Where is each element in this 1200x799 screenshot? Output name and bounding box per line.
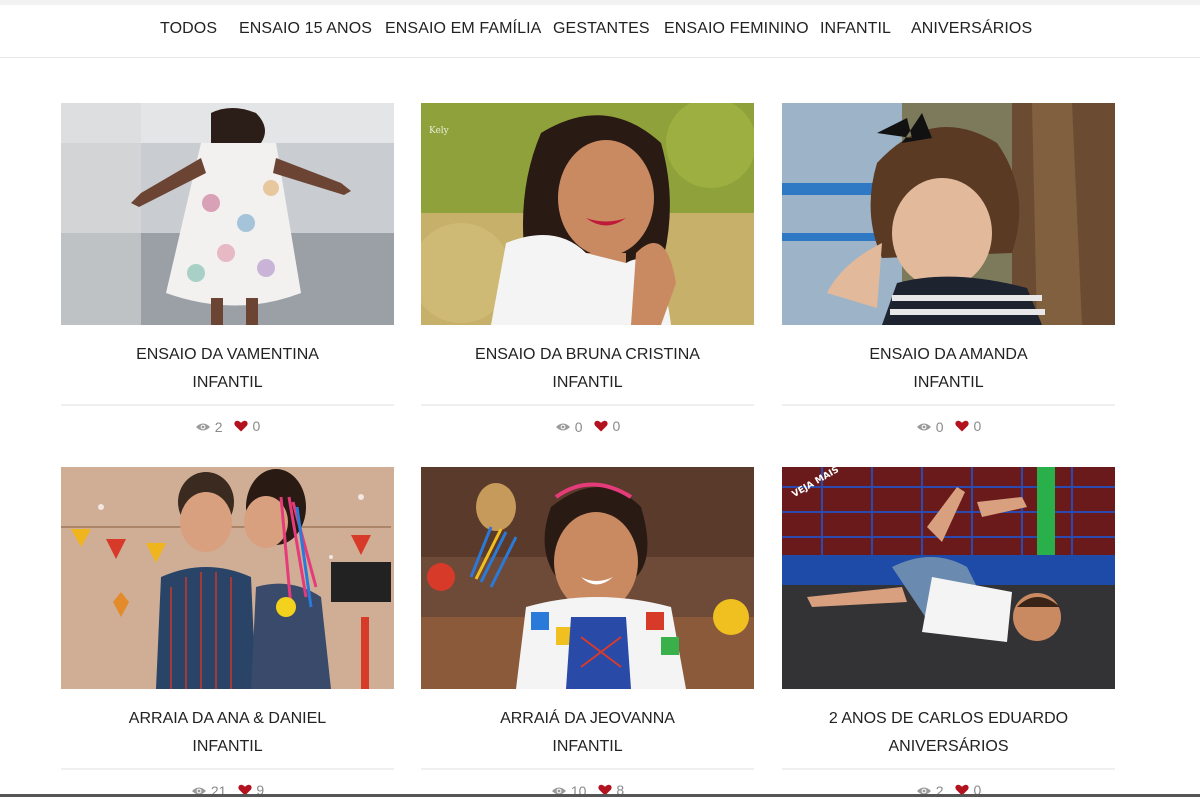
eye-icon	[555, 423, 570, 431]
card-category[interactable]: INFANTIL	[421, 738, 754, 756]
card-divider	[782, 768, 1115, 770]
portfolio-card[interactable]: ENSAIO DA VAMENTINA INFANTIL 2 0	[61, 103, 394, 435]
view-count-value: 0	[574, 419, 583, 435]
card-stats: 2 0	[61, 418, 394, 435]
like-count-value: 0	[612, 418, 621, 434]
card-category[interactable]: INFANTIL	[421, 374, 754, 392]
filter-infantil[interactable]: INFANTIL	[820, 20, 891, 38]
card-photo[interactable]	[782, 103, 1115, 325]
card-photo[interactable]	[421, 467, 754, 689]
portfolio-card[interactable]: ARRAIÁ DA JEOVANNA INFANTIL 10 8	[421, 467, 754, 799]
view-count: 0	[555, 419, 583, 435]
card-category[interactable]: ANIVERSÁRIOS	[782, 738, 1115, 756]
card-divider	[61, 768, 394, 770]
card-category[interactable]: INFANTIL	[782, 374, 1115, 392]
card-divider	[421, 768, 754, 770]
card-photo[interactable]: VEJA MAIS	[782, 467, 1115, 689]
card-title[interactable]: ENSAIO DA VAMENTINA	[61, 346, 394, 364]
filter-aniversarios[interactable]: ANIVERSÁRIOS	[911, 20, 1032, 38]
like-count[interactable]: 0	[594, 418, 620, 434]
category-filter-nav: TODOS ENSAIO 15 ANOS ENSAIO EM FAMÍLIA G…	[0, 5, 1200, 58]
filter-gestantes[interactable]: GESTANTES	[553, 20, 650, 38]
card-title[interactable]: ARRAIA DA ANA & DANIEL	[61, 710, 394, 728]
svg-text:Kely: Kely	[429, 126, 450, 136]
view-count-value: 0	[935, 419, 944, 435]
card-photo[interactable]: Kely	[421, 103, 754, 325]
heart-icon[interactable]	[594, 420, 609, 432]
like-count-value: 0	[973, 418, 982, 434]
portfolio-card[interactable]: Kely ENSAIO DA BRUNA CRISTINA INFANTIL 0…	[421, 103, 754, 435]
card-divider	[421, 404, 754, 406]
heart-icon[interactable]	[955, 420, 970, 432]
card-photo[interactable]	[61, 467, 394, 689]
like-count[interactable]: 0	[234, 418, 260, 434]
card-category[interactable]: INFANTIL	[61, 374, 394, 392]
card-divider	[61, 404, 394, 406]
eye-icon	[916, 423, 931, 431]
view-count: 2	[195, 419, 223, 435]
card-stats: 0 0	[782, 418, 1115, 435]
filter-todos[interactable]: TODOS	[160, 20, 217, 38]
view-count-value: 2	[214, 419, 223, 435]
like-count[interactable]: 0	[955, 418, 981, 434]
filter-ensaio-15-anos[interactable]: ENSAIO 15 ANOS	[239, 20, 372, 38]
eye-icon	[195, 423, 210, 431]
portfolio-card[interactable]: VEJA MAIS 2 ANOS DE CARLOS EDUARDO ANIVE…	[782, 467, 1115, 799]
portfolio-card[interactable]: ENSAIO DA AMANDA INFANTIL 0 0	[782, 103, 1115, 435]
filter-ensaio-feminino[interactable]: ENSAIO FEMININO	[664, 20, 809, 38]
card-divider	[782, 404, 1115, 406]
card-title[interactable]: ENSAIO DA BRUNA CRISTINA	[421, 346, 754, 364]
card-title[interactable]: ENSAIO DA AMANDA	[782, 346, 1115, 364]
card-category[interactable]: INFANTIL	[61, 738, 394, 756]
card-title[interactable]: ARRAIÁ DA JEOVANNA	[421, 710, 754, 728]
filter-ensaio-em-familia[interactable]: ENSAIO EM FAMÍLIA	[385, 20, 541, 38]
portfolio-card[interactable]: ARRAIA DA ANA & DANIEL INFANTIL 21 9	[61, 467, 394, 799]
card-photo[interactable]	[61, 103, 394, 325]
card-stats: 0 0	[421, 418, 754, 435]
view-count: 0	[916, 419, 944, 435]
heart-icon[interactable]	[234, 420, 249, 432]
like-count-value: 0	[252, 418, 261, 434]
card-title[interactable]: 2 ANOS DE CARLOS EDUARDO	[782, 710, 1115, 728]
